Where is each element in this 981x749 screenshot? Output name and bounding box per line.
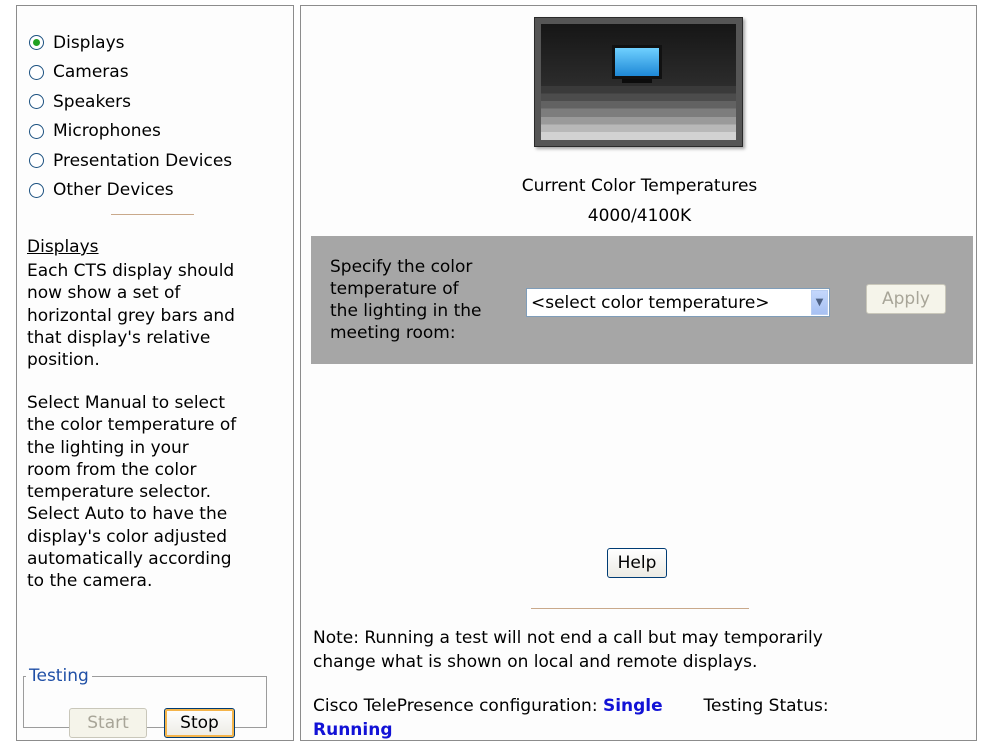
radio-label: Microphones [53,121,161,142]
left-panel: Displays Cameras Speakers Microphones Pr… [16,5,294,741]
testing-legend: Testing [29,666,89,686]
color-temp-title: Current Color Temperatures [521,176,758,196]
help-title: Displays [27,237,99,257]
color-temp-prompt: Specify the color temperature of the lig… [330,257,482,343]
main-panel: Current Color Temperatures 4000/4100K Sp… [300,5,977,741]
start-button[interactable]: Start [69,708,147,738]
color-temp-select[interactable]: <select color temperature> ▼ [526,288,830,317]
chevron-down-icon[interactable]: ▼ [811,290,828,315]
radio-button-icon[interactable] [29,94,44,110]
config-value: Single [602,696,663,716]
radio-button-icon[interactable] [29,153,44,169]
radio-other-devices[interactable]: Other Devices [29,176,232,206]
radio-presentation-devices[interactable]: Presentation Devices [29,146,232,176]
radio-speakers[interactable]: Speakers [29,87,232,117]
radio-displays[interactable]: Displays [29,28,232,58]
radio-button-icon[interactable] [29,182,44,198]
radio-cameras[interactable]: Cameras [29,58,232,88]
color-temp-selector-box: Specify the color temperature of the lig… [311,236,973,364]
note-text: Note: Running a test will not end a call… [313,628,823,672]
display-test-pattern-image [534,17,743,147]
monitor-icon [612,45,662,79]
config-status-line: Cisco TelePresence configuration: Single… [313,694,973,742]
radio-label: Cameras [53,62,129,83]
testing-group: Testing Start Stop [23,666,267,738]
radio-button-icon[interactable] [29,64,44,80]
radio-label: Speakers [53,91,132,112]
help-text-instructions: Select Manual to select the color temper… [27,393,237,592]
color-temp-value: 4000/4100K [587,206,692,226]
help-button[interactable]: Help [607,548,667,578]
status-label: Testing Status: [703,696,829,716]
radio-label: Presentation Devices [53,150,233,171]
status-value: Running [313,720,393,740]
radio-button-icon[interactable] [29,35,44,51]
select-value: <select color temperature> [531,292,770,313]
apply-button[interactable]: Apply [866,284,946,314]
device-radio-list: Displays Cameras Speakers Microphones Pr… [29,28,232,205]
radio-microphones[interactable]: Microphones [29,117,232,147]
radio-button-icon[interactable] [29,123,44,139]
divider [111,214,194,215]
radio-label: Displays [53,32,125,53]
divider [531,608,749,609]
help-text-intro: Each CTS display should now show a set o… [27,261,235,371]
radio-label: Other Devices [53,180,174,201]
stop-button[interactable]: Stop [164,708,235,738]
config-label: Cisco TelePresence configuration: [313,696,598,716]
